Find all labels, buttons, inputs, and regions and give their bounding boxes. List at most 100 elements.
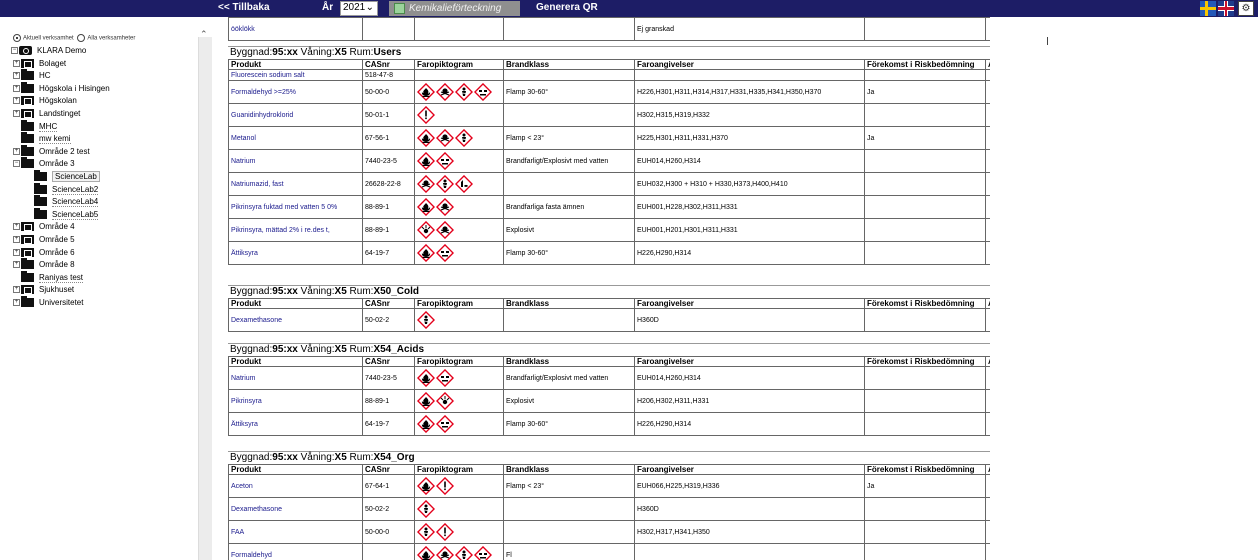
faroangivelser-cell: H206,H302,H311,H331 xyxy=(634,389,865,413)
product-link[interactable]: Ättiksyra xyxy=(228,412,363,436)
chemical-table: Produkt CASnr Faropiktogram Brandklass Faroa… xyxy=(228,298,990,332)
table-header-row: Produkt CASnr Faropiktogram Brandklass Faroa… xyxy=(228,464,990,475)
expand-icon[interactable]: + xyxy=(13,223,20,231)
cas-cell: 518-47-8 xyxy=(362,69,415,81)
product-link[interactable]: Aceton xyxy=(228,474,363,498)
pictogram-cell xyxy=(414,17,504,41)
folder-icon xyxy=(21,157,34,169)
pictogram-cell xyxy=(414,543,504,560)
column-header: Faroangivelser xyxy=(634,298,865,309)
heading-value: 95:xx xyxy=(272,452,298,463)
product-link[interactable]: Formaldehyd >=25% xyxy=(228,80,363,104)
folder-icon xyxy=(34,207,47,219)
expand-icon[interactable]: + xyxy=(13,97,20,105)
risk-cell xyxy=(864,17,986,41)
folder-icon xyxy=(21,132,34,144)
expand-icon[interactable]: + xyxy=(13,110,20,117)
year-value: 2021 xyxy=(343,2,366,13)
radio-all-activities[interactable] xyxy=(77,34,86,42)
settings-icon[interactable]: ⚙ xyxy=(1238,1,1254,16)
product-link[interactable]: Natrium xyxy=(228,366,363,390)
expand-icon[interactable]: + xyxy=(13,59,20,67)
column-header: Förekomst i Riskbedömning xyxy=(864,298,986,309)
room-section: Byggnad:95:xx Våning:X5 Rum:X50_Cold Prod… xyxy=(228,285,990,332)
top-partial-row: öökl­ökk Ej granskad xyxy=(228,17,990,41)
swedish-flag-icon[interactable] xyxy=(1200,1,1216,16)
brandklass-cell: Flamp 30-60° xyxy=(503,80,635,104)
brandklass-cell: Flamp 30-60° xyxy=(503,412,635,436)
pictogram-cell xyxy=(414,172,504,196)
heading-value: X54_Org xyxy=(373,452,415,463)
ghs-corrosion-icon xyxy=(474,546,492,560)
expand-icon[interactable]: + xyxy=(13,299,20,306)
product-link[interactable]: Metanol xyxy=(228,126,363,150)
heading-label: Rum: xyxy=(346,286,374,297)
column-header: Faropiktogram xyxy=(414,59,504,70)
column-header: Produkt xyxy=(228,356,363,367)
table-row: Natriumazid, fast 26628-22-8 EUH032,H300 +… xyxy=(228,172,990,196)
scroll-up-icon[interactable]: ⌃ xyxy=(200,29,208,40)
product-link[interactable]: Natriumazid, fast xyxy=(228,172,363,196)
left-scrollbar[interactable] xyxy=(198,37,212,560)
expand-icon[interactable]: + xyxy=(13,248,20,256)
collapse-icon[interactable]: − xyxy=(13,160,20,168)
faroangivelser-cell: H360D xyxy=(634,308,865,332)
risk-cell: Ja xyxy=(864,474,986,498)
product-link[interactable]: FAA xyxy=(228,520,363,544)
product-link[interactable]: Natrium xyxy=(228,149,363,173)
tree-node-label: Område 5 xyxy=(39,235,75,244)
ghs-skull-icon xyxy=(436,129,454,147)
heading-label: Våning: xyxy=(297,452,335,463)
collapse-icon[interactable]: − xyxy=(11,47,18,54)
product-link[interactable]: Pikrinsyra, mättad 2% i re.des t, xyxy=(228,218,363,242)
faroangivelser-cell: EUH014,H260,H314 xyxy=(634,366,865,390)
expand-icon[interactable]: + xyxy=(13,261,20,269)
heading-label: Byggnad: xyxy=(230,452,273,463)
expand-icon[interactable]: + xyxy=(13,72,20,80)
product-link[interactable]: Pikrinsyra xyxy=(228,389,363,413)
expand-icon[interactable]: + xyxy=(13,84,20,92)
building-icon xyxy=(21,247,34,257)
tree-node-label: Bolaget xyxy=(39,58,67,68)
heading-value: X5 xyxy=(334,286,347,297)
cas-cell: 88-89-1 xyxy=(362,218,415,242)
expand-icon[interactable]: + xyxy=(13,286,20,294)
pictogram-cell xyxy=(414,149,504,173)
year-select[interactable]: 2021 ⌄ xyxy=(340,1,378,16)
generate-qr-link[interactable]: Generera QR xyxy=(536,2,598,13)
product-link[interactable]: Ättiksyra xyxy=(228,241,363,265)
pictogram-cell xyxy=(414,366,504,390)
pictogram-cell xyxy=(414,103,504,127)
pictogram-cell xyxy=(414,412,504,436)
column-header: Faroangivelser xyxy=(634,356,865,367)
product-link[interactable]: Fluorescein sodium salt xyxy=(228,69,363,81)
extra-cell xyxy=(985,195,990,219)
kemikalieforteckning-button[interactable]: Kemikalieförteckning xyxy=(389,1,520,16)
ghs-flame-icon xyxy=(417,198,435,216)
heading-label: Byggnad: xyxy=(230,286,273,297)
ghs-health-icon xyxy=(417,311,435,329)
product-link[interactable]: Formaldehyd xyxy=(228,543,363,560)
back-link[interactable]: << Tillbaka xyxy=(218,2,270,13)
brandklass-cell xyxy=(503,69,635,81)
cas-cell: 64-19-7 xyxy=(362,412,415,436)
risk-cell xyxy=(864,308,986,332)
product-link[interactable]: Guanidinhydroklorid xyxy=(228,103,363,127)
extra-cell xyxy=(985,218,990,242)
product-link[interactable]: öökl­ökk xyxy=(228,17,363,41)
cas-cell: 7440-23-5 xyxy=(362,366,415,390)
product-link[interactable]: Dexamethasone xyxy=(228,308,363,332)
product-link[interactable]: Dexamethasone xyxy=(228,497,363,521)
extra-cell xyxy=(985,412,990,436)
radio-current-activity[interactable] xyxy=(13,34,21,42)
chemical-table: Produkt CASnr Faropiktogram Brandklass Faroa… xyxy=(228,59,990,265)
pictogram-cell xyxy=(414,218,504,242)
product-link[interactable]: Pikrinsyra fuktad med vatten 5 0% xyxy=(228,195,363,219)
ghs-corrosion-icon xyxy=(436,152,454,170)
ghs-health-icon xyxy=(417,523,435,541)
text-cursor xyxy=(1047,37,1048,45)
english-flag-icon[interactable] xyxy=(1218,1,1234,16)
expand-icon[interactable]: + xyxy=(13,147,20,155)
cas-cell: 50-02-2 xyxy=(362,308,415,332)
expand-icon[interactable]: + xyxy=(13,236,20,243)
